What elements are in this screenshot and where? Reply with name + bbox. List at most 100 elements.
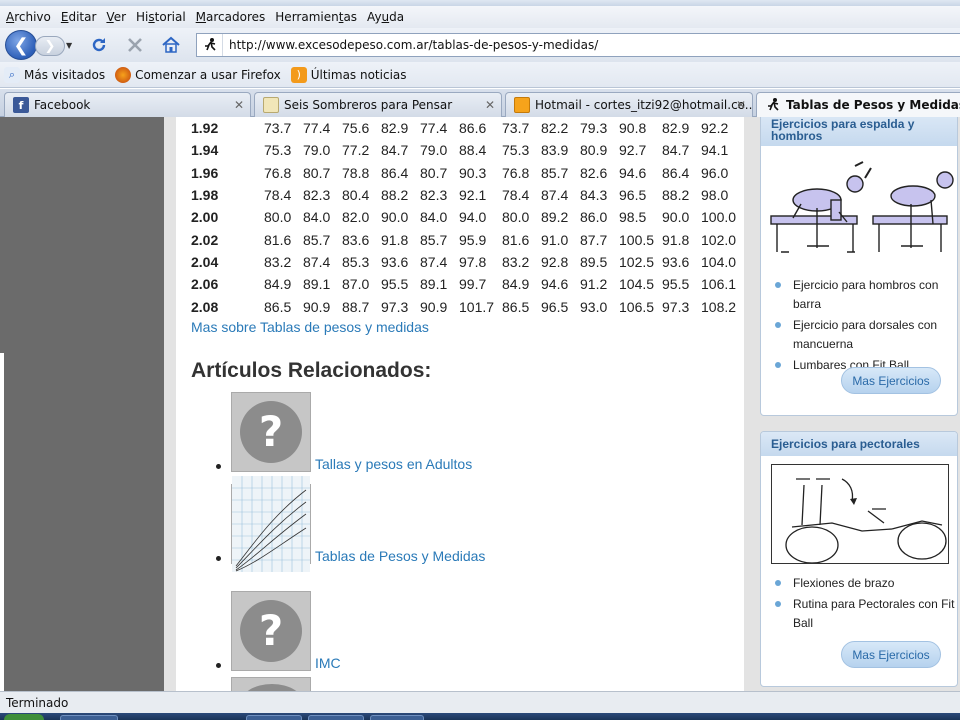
weight-cell: 88.2 [381, 187, 409, 204]
menu-herramientas[interactable]: Herramientas [275, 10, 357, 24]
start-button[interactable] [4, 714, 44, 720]
table-row: 2.00 80.0 84.0 82.0 90.0 84.0 94.0 80.0 89.2 86.0… [191, 206, 740, 228]
svg-text:?: ? [259, 407, 283, 456]
weight-cell: 86.6 [459, 120, 487, 137]
menu-marcadores[interactable]: Marcadores [196, 10, 266, 24]
bookmark-comenzar-firefox[interactable]: Comenzar a usar Firefox [115, 66, 281, 83]
page-icon [263, 97, 279, 113]
rss-feed-icon: ) [290, 66, 307, 83]
back-button[interactable]: ❮ [5, 30, 37, 60]
bookmark-ultimas-noticias[interactable]: ) Últimas noticias [290, 66, 407, 83]
weight-cell: 82.3 [420, 187, 448, 204]
weight-cell: 89.5 [580, 253, 608, 270]
weight-cell: 90.9 [420, 298, 448, 315]
reload-icon[interactable] [88, 35, 110, 55]
weight-cell: 101.7 [459, 298, 495, 315]
weight-cell: 86.4 [381, 164, 409, 181]
weight-cell: 83.2 [502, 253, 530, 270]
taskbar-button[interactable] [370, 715, 424, 720]
weight-cell: 92.2 [701, 120, 729, 137]
more-exercises-button[interactable]: Mas Ejercicios [841, 641, 941, 668]
taskbar-button[interactable] [308, 715, 364, 720]
table-row: 2.06 84.9 89.1 87.0 95.5 89.1 99.7 84.9 94.6 91.2… [191, 273, 740, 295]
height-cell: 2.06 [191, 276, 219, 293]
exercise-link[interactable]: Ejercicio para dorsales con mancuerna [761, 316, 957, 354]
weight-cell: 93.0 [580, 298, 608, 315]
weight-cell: 89.1 [420, 276, 448, 293]
weight-cell: 102.5 [619, 253, 655, 270]
close-tab-icon[interactable]: ✕ [485, 98, 495, 112]
weight-cell: 86.4 [662, 164, 690, 181]
weight-cell: 84.0 [303, 209, 331, 226]
question-mark-thumbnail[interactable]: ? [231, 591, 311, 671]
facebook-icon: f [13, 97, 29, 113]
tab-facebook[interactable]: f Facebook ✕ [4, 92, 251, 117]
weight-cell: 94.6 [619, 164, 647, 181]
question-mark-thumbnail[interactable] [231, 677, 311, 691]
menu-ayuda[interactable]: Ayuda [367, 10, 404, 24]
weight-cell: 86.5 [264, 298, 292, 315]
menu-archivo[interactable]: Archivo [6, 10, 51, 24]
exercise-link[interactable]: Rutina para Pectorales con Fit Ball [761, 595, 957, 633]
bookmark-mas-visitados[interactable]: ⌕ Más visitados [4, 66, 105, 83]
close-tab-icon[interactable]: ✕ [234, 98, 244, 112]
growth-chart-thumbnail[interactable] [231, 476, 311, 572]
weight-cell: 89.1 [303, 276, 331, 293]
weight-cell: 78.8 [342, 164, 370, 181]
more-exercises-button[interactable]: Mas Ejercicios [841, 367, 941, 394]
related-link[interactable]: Tablas de Pesos y Medidas [315, 548, 485, 564]
weight-cell: 95.5 [381, 276, 409, 293]
home-icon[interactable] [160, 35, 182, 55]
bullet [216, 663, 221, 668]
page-viewport: 1.92 73.7 77.4 75.6 82.9 77.4 86.6 73.7 82.2 79.3… [0, 117, 960, 691]
question-mark-thumbnail[interactable]: ? [231, 392, 311, 472]
exercise-link[interactable]: Flexiones de brazo [761, 574, 957, 593]
table-row: 1.96 76.8 80.7 78.8 86.4 80.7 90.3 76.8 85.7 82.6… [191, 162, 740, 184]
weight-cell: 106.1 [701, 276, 737, 293]
weight-cell: 87.4 [420, 253, 448, 270]
magnifier-icon: ⌕ [4, 66, 20, 83]
tab-hotmail[interactable]: Hotmail - cortes_itzi92@hotmail.co... ✕ [505, 92, 753, 117]
weight-cell: 104.0 [701, 253, 737, 270]
weight-cell: 77.2 [342, 142, 370, 159]
stop-icon[interactable] [124, 35, 146, 55]
main-content: 1.92 73.7 77.4 75.6 82.9 77.4 86.6 73.7 82.2 79.3… [176, 117, 744, 691]
table-row: 1.94 75.3 79.0 77.2 84.7 79.0 88.4 75.3 83.9 80.9… [191, 139, 740, 161]
weight-cell: 102.0 [701, 231, 737, 248]
forward-button[interactable]: ❯ [35, 36, 65, 56]
menu-bar: Archivo Editar Ver Historial Marcadores … [0, 6, 960, 28]
table-row: 1.92 73.7 77.4 75.6 82.9 77.4 86.6 73.7 82.2 79.3… [191, 117, 740, 139]
related-link[interactable]: Tallas y pesos en Adultos [315, 456, 472, 472]
mail-icon [514, 97, 530, 113]
weight-cell: 90.3 [459, 164, 487, 181]
exercise-link[interactable]: Ejercicio para hombros con barra [761, 276, 957, 314]
menu-historial[interactable]: Historial [136, 10, 186, 24]
windows-taskbar [0, 713, 960, 720]
weight-cell: 97.8 [459, 253, 487, 270]
menu-ver[interactable]: Ver [106, 10, 126, 24]
weight-cell: 97.3 [662, 298, 690, 315]
exercise-illustration [761, 148, 957, 266]
tab-tablas-pesos-active[interactable]: Tablas de Pesos y Medidas | Exce [756, 92, 960, 117]
weight-cell: 94.6 [541, 276, 569, 293]
weight-cell: 82.9 [381, 120, 409, 137]
bullet [216, 556, 221, 561]
more-tables-link[interactable]: Mas sobre Tablas de pesos y medidas [191, 319, 429, 335]
close-tab-icon[interactable]: ✕ [736, 98, 746, 112]
weight-cell: 80.0 [502, 209, 530, 226]
tab-seis-sombreros[interactable]: Seis Sombreros para Pensar ✕ [254, 92, 502, 117]
navigation-toolbar: ❮ ❯ ▼ http://www.excesodepeso.com.ar/tab… [0, 28, 960, 62]
weight-cell: 84.0 [420, 209, 448, 226]
weight-cell: 93.6 [381, 253, 409, 270]
weight-cell: 84.3 [580, 187, 608, 204]
related-link[interactable]: IMC [315, 655, 341, 671]
taskbar-button[interactable] [60, 715, 118, 720]
taskbar-button[interactable] [246, 715, 302, 720]
weight-cell: 76.8 [502, 164, 530, 181]
address-bar[interactable]: http://www.excesodepeso.com.ar/tablas-de… [196, 33, 960, 57]
weight-cell: 75.3 [502, 142, 530, 159]
menu-editar[interactable]: Editar [61, 10, 97, 24]
weight-cell: 95.9 [459, 231, 487, 248]
question-icon: ? [240, 401, 302, 463]
history-dropdown-icon[interactable]: ▼ [66, 41, 72, 50]
